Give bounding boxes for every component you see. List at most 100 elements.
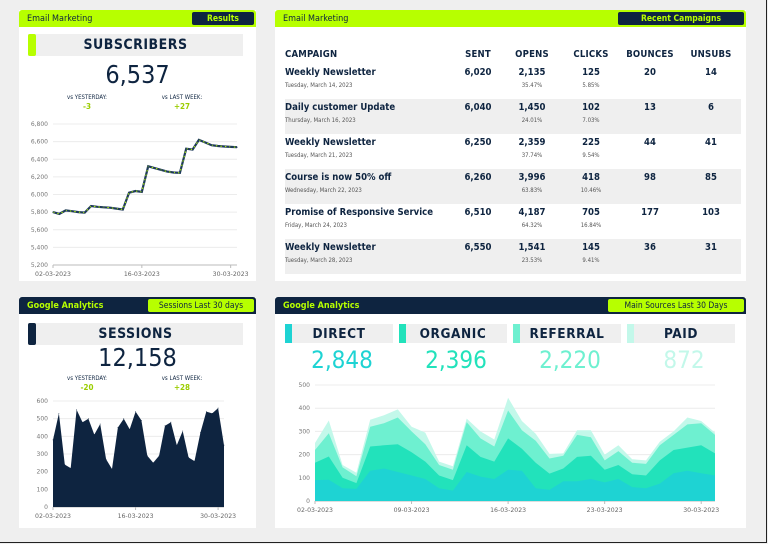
y-tick-label: 400 [37, 433, 49, 440]
clicks-cell: 102 7.03% [563, 99, 619, 134]
subscribers-point [223, 145, 225, 148]
subscribers-point [147, 165, 149, 167]
sessions-point [105, 458, 107, 460]
y-tick-label: 100 [299, 475, 311, 482]
main-sources-tab[interactable]: Main Sources Last 30 Days [608, 299, 744, 312]
sessions-point [70, 467, 72, 469]
y-tick-label: 5,200 [31, 262, 48, 269]
table-row[interactable]: Course is now 50% off Wednesday, March 22… [285, 169, 741, 204]
vs-last-week: vs LAST WEEK: +27 [142, 94, 222, 111]
source-label-text: DIRECT [312, 325, 366, 342]
campaign-date: Wednesday, March 22, 2023 [285, 187, 362, 194]
sent-cell: 6,250 [464, 137, 492, 148]
y-tick-label: 0 [44, 504, 48, 511]
unsubs-cell: 6 [681, 99, 741, 134]
sessions-point [182, 430, 184, 432]
bounces-cell: 98 [619, 169, 681, 204]
subscribers-kpi-value: 6,537 [105, 60, 170, 89]
y-tick-label: 300 [299, 428, 311, 435]
sent-cell: 6,020 [464, 67, 492, 78]
subscribers-point [65, 209, 67, 211]
sessions-point [76, 409, 77, 411]
sessions-point [170, 421, 172, 423]
subscribers-point [179, 172, 181, 174]
y-tick-label: 200 [37, 469, 49, 476]
subscribers-point [153, 167, 156, 169]
opens-value: 4,187 [518, 207, 546, 218]
source-label-text: PAID [663, 325, 699, 342]
source-label-organic: ORGANIC [399, 324, 507, 343]
subscribers-point [230, 146, 232, 148]
y-tick-label: 200 [299, 452, 311, 459]
source-label-referral: REFERRAL [513, 324, 621, 343]
unsubs-cell: 41 [705, 137, 717, 148]
recent-campaigns-tab[interactable]: Recent Campaigns [618, 12, 744, 25]
unsubs-cell: 103 [702, 207, 720, 218]
col-bounces: BOUNCES [626, 49, 674, 60]
sources-card: Google Analytics Main Sources Last 30 Da… [275, 297, 746, 528]
kpi-label-text: SUBSCRIBERS [83, 37, 188, 53]
y-tick-label: 6,800 [31, 121, 48, 128]
subscribers-point [160, 169, 162, 171]
sessions-point [135, 411, 136, 412]
opens-value: 2,135 [518, 67, 546, 78]
campaign-name: Weekly Newsletter [285, 67, 376, 78]
card-header-title: Google Analytics [27, 300, 104, 311]
sent-cell: 6,550 [455, 239, 501, 274]
campaign-cell: Course is now 50% off Wednesday, March 22… [285, 169, 455, 204]
source-label-direct: DIRECT [285, 324, 393, 343]
subscribers-point [204, 141, 206, 144]
clicks-rate: 16.84% [580, 222, 602, 229]
sessions-point [211, 412, 213, 414]
clicks-cell: 125 5.85% [563, 64, 619, 99]
sessions-point [111, 468, 113, 470]
table-row[interactable]: Weekly Newsletter Tuesday, March 14, 2023… [285, 64, 741, 99]
y-tick-label: 6,400 [31, 156, 48, 163]
sessions-point [146, 455, 148, 457]
x-tick-label: 02-03-2023 [35, 513, 71, 520]
y-tick-label: 6,200 [31, 174, 48, 181]
sessions-point [58, 412, 60, 414]
opens-value: 3,996 [518, 172, 546, 183]
x-tick-label: 23-03-2023 [587, 507, 623, 514]
y-tick-label: 500 [299, 382, 311, 389]
campaigns-table: CAMPAIGN SENT OPENS CLICKS BOUNCES UNSUB… [285, 45, 741, 274]
kpi-color-marker [28, 323, 36, 345]
sent-cell: 6,040 [455, 99, 501, 134]
col-sent: SENT [465, 49, 491, 60]
results-tab[interactable]: Results [192, 12, 254, 25]
clicks-cell: 418 10.46% [563, 169, 619, 204]
vs-yesterday-value: -3 [83, 102, 91, 111]
table-row[interactable]: Daily customer Update Thursday, March 16,… [285, 99, 741, 134]
table-row[interactable]: Weekly Newsletter Tuesday, March 21, 2023… [285, 134, 741, 169]
table-row[interactable]: Promise of Responsive Service Friday, Mar… [285, 204, 741, 239]
source-value-referral: 2,220 [539, 346, 601, 374]
sessions-point [158, 455, 160, 457]
campaign-name: Weekly Newsletter [285, 242, 376, 253]
campaign-cell: Weekly Newsletter Tuesday, March 28, 2023 [285, 239, 455, 274]
subscribers-point [217, 145, 219, 147]
source-color-marker [627, 324, 634, 343]
opens-value: 1,541 [518, 242, 546, 253]
campaign-date: Tuesday, March 28, 2023 [285, 257, 353, 264]
subscribers-card-header: Email Marketing Results [19, 10, 256, 27]
table-row[interactable]: Weekly Newsletter Tuesday, March 28, 2023… [285, 239, 741, 274]
y-tick-label: 100 [37, 486, 49, 493]
y-tick-label: 600 [37, 398, 49, 405]
subscribers-card: Email Marketing Results SUBSCRIBERS 6,53… [19, 10, 256, 281]
subscribers-point [58, 213, 60, 215]
vs-last-week-value: +28 [173, 383, 191, 392]
sessions-last-30-days-tab[interactable]: Sessions Last 30 days [148, 299, 254, 312]
sessions-point [223, 444, 225, 446]
clicks-value: 705 [582, 207, 600, 218]
campaign-date: Thursday, March 16, 2023 [285, 117, 356, 124]
opens-value: 2,359 [518, 137, 546, 148]
unsubs-cell: 85 [681, 169, 741, 204]
x-tick-label: 09-03-2023 [394, 507, 430, 514]
bounces-cell: 36 [619, 239, 681, 274]
campaign-name: Daily customer Update [285, 102, 396, 113]
sessions-point [194, 460, 195, 462]
clicks-value: 225 [582, 137, 600, 148]
clicks-cell: 145 9.41% [563, 239, 619, 274]
subscribers-point [96, 206, 99, 208]
